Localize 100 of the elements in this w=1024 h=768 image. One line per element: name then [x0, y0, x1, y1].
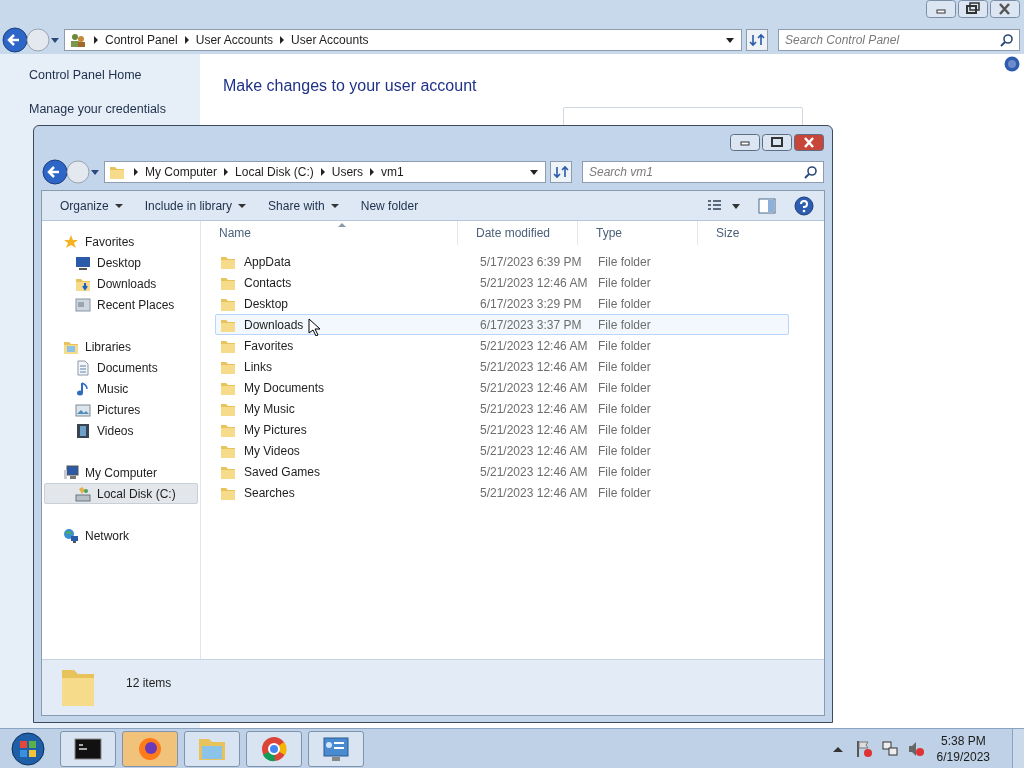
nav-item[interactable]: My Computer [44, 462, 198, 483]
sidebar-link[interactable]: Control Panel Home [29, 68, 142, 82]
file-row[interactable]: Contacts 5/21/2023 12:46 AM File folder [215, 272, 789, 293]
maximize-button[interactable] [762, 133, 792, 151]
file-row[interactable]: My Documents 5/21/2023 12:46 AM File folder [215, 377, 789, 398]
toolbar-button[interactable]: Share with [260, 193, 347, 218]
breadcrumb-item[interactable]: Users [331, 163, 364, 181]
type-cell-text: File folder [597, 337, 652, 355]
nav-item[interactable]: Pictures [44, 399, 198, 420]
restore-button[interactable] [958, 0, 988, 18]
nav-item[interactable]: Videos [44, 420, 198, 441]
file-row[interactable]: Searches 5/21/2023 12:46 AM File folder [215, 482, 789, 503]
chevron-right-icon [319, 168, 326, 176]
file-row[interactable]: Favorites 5/21/2023 12:46 AM File folder [215, 335, 789, 356]
file-name: Desktop [244, 295, 289, 313]
breadcrumb-item[interactable]: My Computer [145, 163, 218, 181]
file-name: Favorites [244, 337, 294, 355]
date-cell-text: 5/21/2023 12:46 AM [479, 421, 589, 439]
file-name: Contacts [244, 274, 292, 292]
nav-item[interactable]: Libraries [44, 336, 198, 357]
document-icon [75, 359, 91, 376]
action-center-flag-icon[interactable] [854, 739, 873, 758]
history-dropdown-icon[interactable] [90, 167, 100, 177]
breadcrumb-item[interactable]: vm1 [381, 163, 404, 181]
back-button[interactable] [42, 159, 68, 185]
nav-item[interactable]: Downloads [44, 273, 198, 294]
users-icon [69, 32, 87, 48]
file-row[interactable]: AppData 5/17/2023 6:39 PM File folder [215, 251, 789, 272]
breadcrumb-item[interactable]: Local Disk (C:) [235, 163, 314, 181]
toolbar-button[interactable]: Organize [52, 193, 131, 218]
monitor-icon [75, 254, 91, 271]
address-bar[interactable]: My Computer Local Disk (C:) Users vm1 [104, 161, 546, 183]
start-button[interactable] [8, 729, 48, 768]
breadcrumb-item[interactable]: User Accounts [291, 31, 369, 49]
computer-icon [63, 464, 79, 481]
chevron-right-icon [369, 168, 376, 176]
type-cell-text: File folder [597, 463, 652, 481]
type-cell-text: File folder [597, 442, 652, 460]
star-icon [63, 233, 79, 250]
date-cell-text: 5/17/2023 6:39 PM [479, 253, 583, 271]
close-button[interactable] [794, 133, 824, 151]
minimize-button[interactable] [730, 133, 760, 151]
type-cell-text: File folder [597, 358, 652, 376]
clock[interactable]: 5:38 PM 6/19/2023 [936, 732, 990, 765]
breadcrumb-item[interactable]: Control Panel [105, 31, 178, 49]
picture-icon [75, 401, 91, 418]
nav-item[interactable]: Desktop [44, 252, 198, 273]
nav-item[interactable]: Network [44, 525, 198, 546]
file-name: AppData [244, 253, 291, 271]
taskbar-button[interactable] [60, 730, 116, 767]
chevron-right-icon [223, 168, 230, 176]
column-header[interactable]: Name [201, 221, 457, 245]
breadcrumb-item[interactable]: User Accounts [195, 31, 274, 49]
refresh-icon[interactable] [550, 161, 572, 183]
page-heading: Make changes to your user account [223, 76, 478, 96]
file-name: My Pictures [244, 421, 307, 439]
search-icon [1000, 33, 1014, 47]
date-cell-text: 5/21/2023 12:46 AM [479, 463, 589, 481]
show-hidden-icons-icon[interactable] [832, 744, 843, 753]
caret-icon [330, 202, 339, 209]
file-row[interactable]: My Music 5/21/2023 12:46 AM File folder [215, 398, 789, 419]
nav-item[interactable]: Favorites [44, 231, 198, 252]
network-globe-icon [63, 527, 79, 544]
back-button[interactable] [2, 27, 28, 53]
type-cell-text: File folder [597, 253, 652, 271]
file-row[interactable]: Saved Games 5/21/2023 12:46 AM File folder [215, 461, 789, 482]
file-row[interactable]: Links 5/21/2023 12:46 AM File folder [215, 356, 789, 377]
file-row[interactable]: My Pictures 5/21/2023 12:46 AM File folder [215, 419, 789, 440]
sort-arrow-icon [338, 222, 346, 227]
type-cell-text: File folder [597, 421, 652, 439]
date-cell-text: 5/21/2023 12:46 AM [479, 337, 589, 355]
history-dropdown-icon[interactable] [50, 35, 60, 45]
close-button[interactable] [990, 0, 1020, 18]
toolbar-button[interactable]: Include in library [136, 193, 255, 218]
address-bar[interactable]: Control Panel User Accounts User Accounts [64, 29, 742, 51]
nav-item[interactable]: Local Disk (C:) [44, 483, 198, 504]
music-note-icon [75, 380, 91, 397]
column-header[interactable]: Size [697, 221, 777, 245]
nav-item[interactable]: Music [44, 378, 198, 399]
column-header[interactable]: Date modified [457, 221, 577, 245]
type-cell-text: File folder [597, 295, 652, 313]
file-row[interactable]: My Videos 5/21/2023 12:46 AM File folder [215, 440, 789, 461]
dropdown-arrow-icon[interactable] [529, 168, 539, 176]
column-header[interactable]: Type [577, 221, 697, 245]
refresh-icon[interactable] [746, 29, 768, 51]
folder-icon [109, 164, 127, 180]
file-row[interactable]: Desktop 6/17/2023 3:29 PM File folder [215, 293, 789, 314]
search-field[interactable]: Search vm1 [582, 161, 824, 183]
dropdown-arrow-icon[interactable] [725, 36, 735, 44]
toolbar-button[interactable]: New folder [352, 193, 427, 218]
type-cell-text: File folder [597, 316, 652, 334]
nav-item[interactable]: Recent Places [44, 294, 198, 315]
type-cell-text: File folder [597, 400, 652, 418]
search-field[interactable]: Search Control Panel [778, 29, 1020, 51]
sidebar-link[interactable]: Manage your credentials [29, 102, 166, 116]
file-row[interactable]: Downloads 6/17/2023 3:37 PM File folder [215, 314, 789, 335]
date-cell-text: 5/21/2023 12:46 AM [479, 400, 589, 418]
nav-item[interactable]: Documents [44, 357, 198, 378]
date-cell-text: 5/21/2023 12:46 AM [479, 379, 589, 397]
network-icon[interactable] [880, 739, 899, 758]
